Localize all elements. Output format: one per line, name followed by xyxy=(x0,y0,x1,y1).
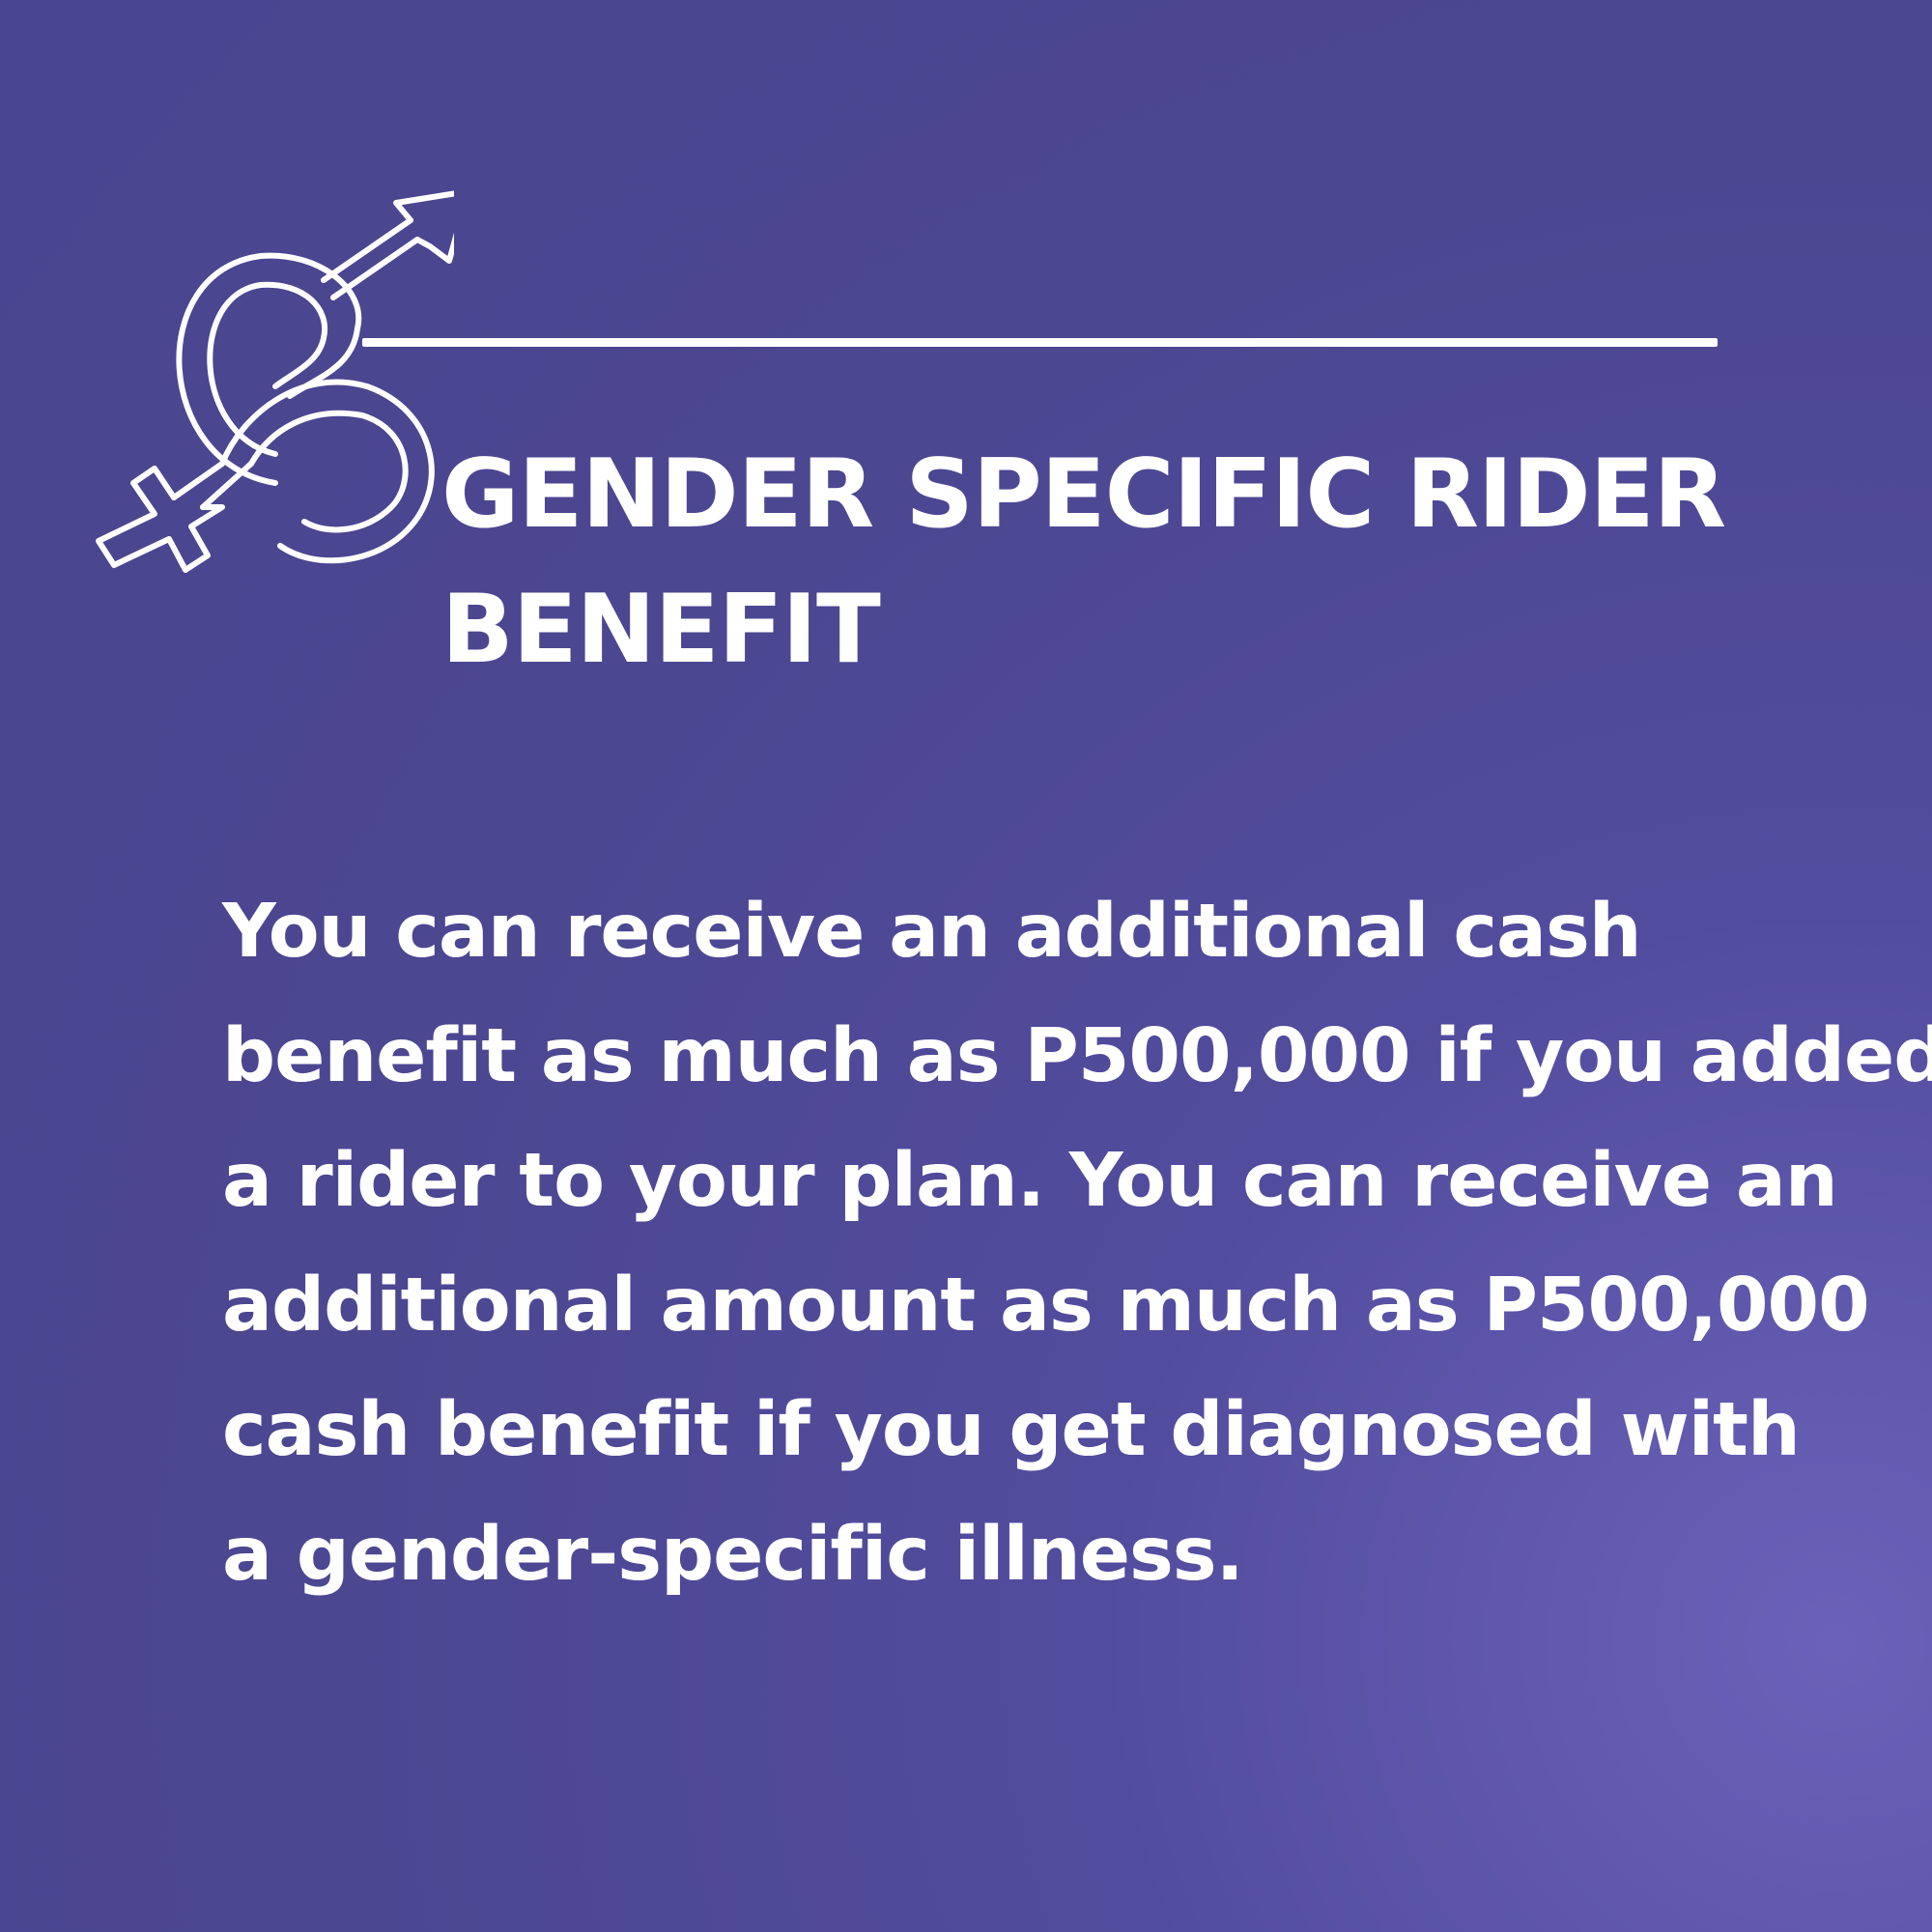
description-line: You can receive an additional cash xyxy=(222,889,1642,975)
description-line: additional amount as much as P500,000 xyxy=(222,1263,1870,1349)
description-line: a gender-specific illness. xyxy=(222,1512,1244,1598)
card-title-line: BENEFIT xyxy=(441,575,881,685)
description-line: benefit as much as P500,000 if you added xyxy=(222,1013,1932,1099)
gender-symbol-icon xyxy=(96,190,454,573)
title-divider-line xyxy=(362,338,1718,347)
description-line: a rider to your plan. You can receive an xyxy=(222,1138,1838,1224)
card-title-line: GENDER SPECIFIC RIDER xyxy=(441,440,1726,550)
card-title: GENDER SPECIFIC RIDER BENEFIT xyxy=(441,427,1726,697)
card-description: You can receive an additional cash benef… xyxy=(222,869,1932,1617)
benefit-card: GENDER SPECIFIC RIDER BENEFIT You can re… xyxy=(0,0,1932,1932)
description-line: cash benefit if you get diagnosed with xyxy=(222,1387,1801,1473)
